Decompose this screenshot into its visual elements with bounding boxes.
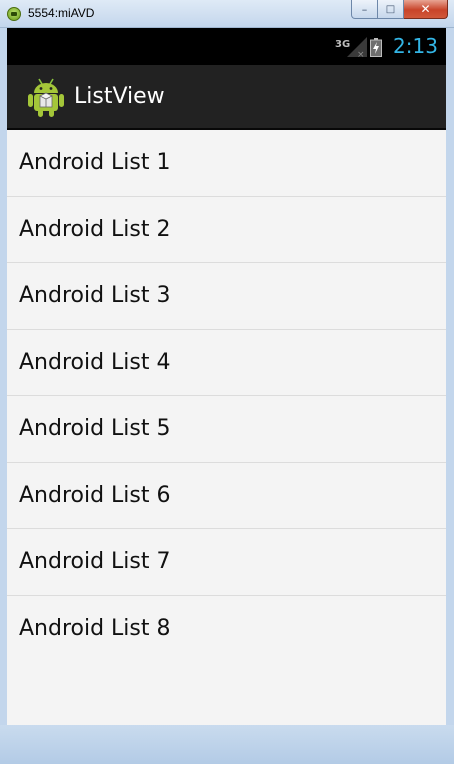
list-item-8[interactable]: Android List 8 (7, 595, 446, 662)
list-item-2[interactable]: Android List 2 (7, 196, 446, 263)
minimize-icon: – (361, 2, 368, 16)
action-bar-title: ListView (74, 84, 165, 109)
list-view[interactable]: Android List 1 Android List 2 Android Li… (7, 130, 446, 662)
window-frame-right (446, 28, 454, 725)
list-item-label: Android List 8 (19, 616, 171, 642)
list-item-label: Android List 1 (19, 150, 171, 176)
list-item-7[interactable]: Android List 7 (7, 529, 446, 596)
maximize-button[interactable]: □ (378, 0, 404, 19)
list-item-label: Android List 6 (19, 482, 171, 508)
list-item-5[interactable]: Android List 5 (7, 396, 446, 463)
device-screen: 3G × 2:13 ListView Android List 1 Androi… (7, 28, 446, 725)
window-title: 5554:miAVD (28, 6, 95, 20)
list-item-label: Android List 3 (19, 283, 171, 309)
list-item-label: Android List 4 (19, 349, 171, 375)
android-robot-icon[interactable] (27, 76, 65, 118)
no-service-mark-icon: × (357, 50, 365, 58)
battery-charging-icon (370, 38, 382, 57)
window-frame-left (0, 28, 7, 725)
list-item-label: Android List 2 (19, 216, 171, 242)
window-frame-bottom (0, 725, 454, 764)
list-item-1[interactable]: Android List 1 (7, 130, 446, 197)
network-type-label: 3G (335, 39, 350, 50)
list-item-6[interactable]: Android List 6 (7, 462, 446, 529)
list-item-label: Android List 7 (19, 549, 171, 575)
close-icon: ✕ (420, 2, 431, 16)
list-item-label: Android List 5 (19, 416, 171, 442)
window-titlebar[interactable]: 5554:miAVD – □ ✕ (0, 0, 454, 28)
action-bar: ListView (7, 65, 446, 130)
status-bar: 3G × 2:13 (7, 28, 446, 65)
maximize-icon: □ (385, 3, 396, 15)
status-clock: 2:13 (393, 34, 438, 58)
close-button[interactable]: ✕ (404, 0, 448, 19)
window-controls: – □ ✕ (351, 0, 448, 19)
emulator-app-icon (7, 7, 21, 21)
minimize-button[interactable]: – (351, 0, 378, 19)
list-item-4[interactable]: Android List 4 (7, 329, 446, 396)
signal-no-service-icon: 3G × (335, 37, 367, 58)
list-item-3[interactable]: Android List 3 (7, 263, 446, 330)
